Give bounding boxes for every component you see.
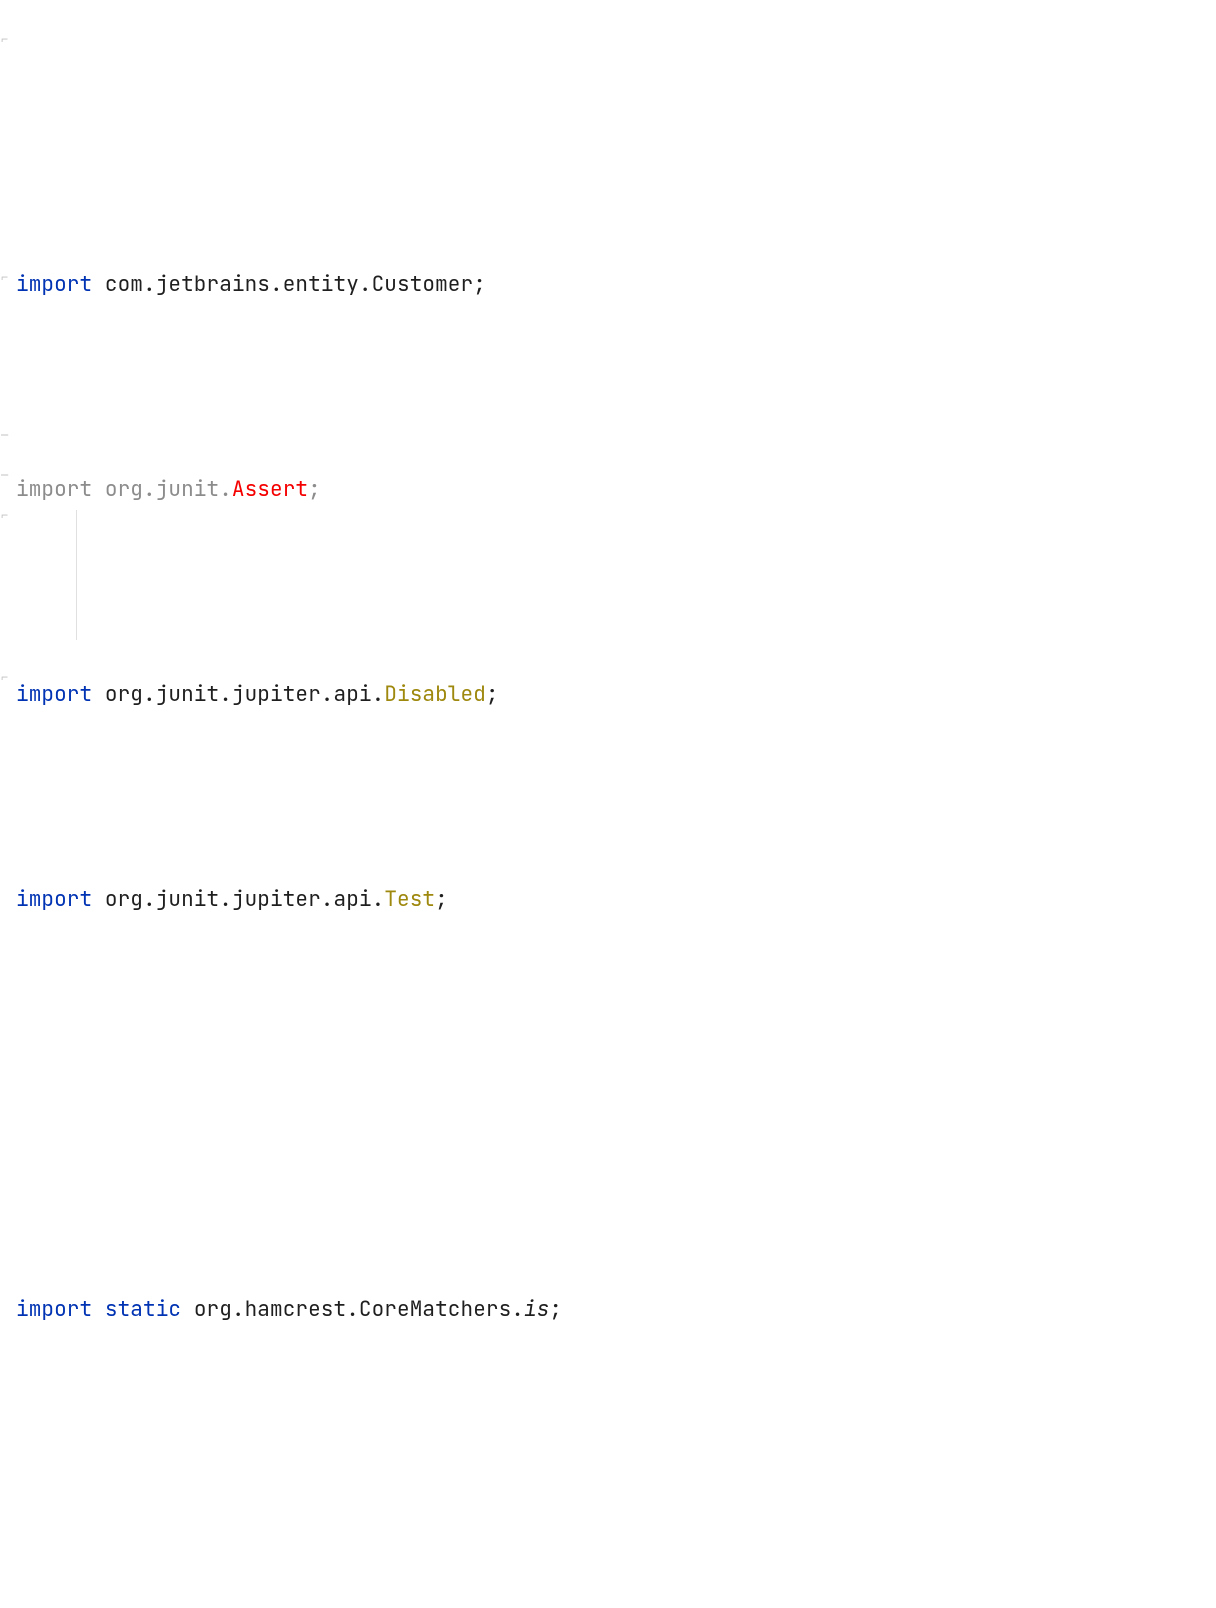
import-path: org.junit.jupiter.api. <box>105 886 384 913</box>
blank-line[interactable] <box>0 1084 1216 1125</box>
import-class-deprecated: Assert <box>232 476 308 503</box>
code-line[interactable]: import org.junit.Assert; <box>0 469 1216 510</box>
import-class: Disabled <box>384 681 486 708</box>
import-class: Test <box>384 886 435 913</box>
gutter: ⌐ ⌐ — — ⌐ ⌐ <box>0 0 10 1608</box>
import-path: org.junit.jupiter.api. <box>105 681 384 708</box>
fold-marker-icon: — <box>1 428 9 442</box>
semicolon: ; <box>308 476 321 503</box>
semicolon: ; <box>549 1296 562 1323</box>
code-editor[interactable]: ⌐ ⌐ — — ⌐ ⌐ import com.jetbrains.entity.… <box>0 0 1216 1608</box>
keyword-import-unused: import <box>16 476 92 503</box>
import-path: org.hamcrest.CoreMatchers. <box>194 1296 524 1323</box>
code-line[interactable]: import org.junit.jupiter.api.Test; <box>0 879 1216 920</box>
fold-marker-icon: ⌐ <box>1 32 9 46</box>
scope-guide <box>76 510 77 640</box>
import-path: com.jetbrains.entity.Customer <box>105 271 473 298</box>
fold-marker-icon: ⌐ <box>1 508 9 522</box>
import-path-unused: org.junit. <box>105 476 232 503</box>
semicolon: ; <box>473 271 486 298</box>
keyword-import: import <box>16 681 92 708</box>
code-line[interactable]: import org.junit.jupiter.api.Disabled; <box>0 674 1216 715</box>
keyword-import: import <box>16 271 92 298</box>
keyword-import: import <box>16 886 92 913</box>
code-line[interactable]: import com.jetbrains.entity.Customer; <box>0 264 1216 305</box>
semicolon: ; <box>486 681 499 708</box>
import-member: is <box>524 1296 549 1323</box>
keyword-static: static <box>105 1296 181 1323</box>
semicolon: ; <box>435 886 448 913</box>
code-line[interactable]: import static org.hamcrest.CoreMatchers.… <box>0 1289 1216 1330</box>
blank-line[interactable] <box>0 1494 1216 1535</box>
keyword-import: import <box>16 1296 92 1323</box>
